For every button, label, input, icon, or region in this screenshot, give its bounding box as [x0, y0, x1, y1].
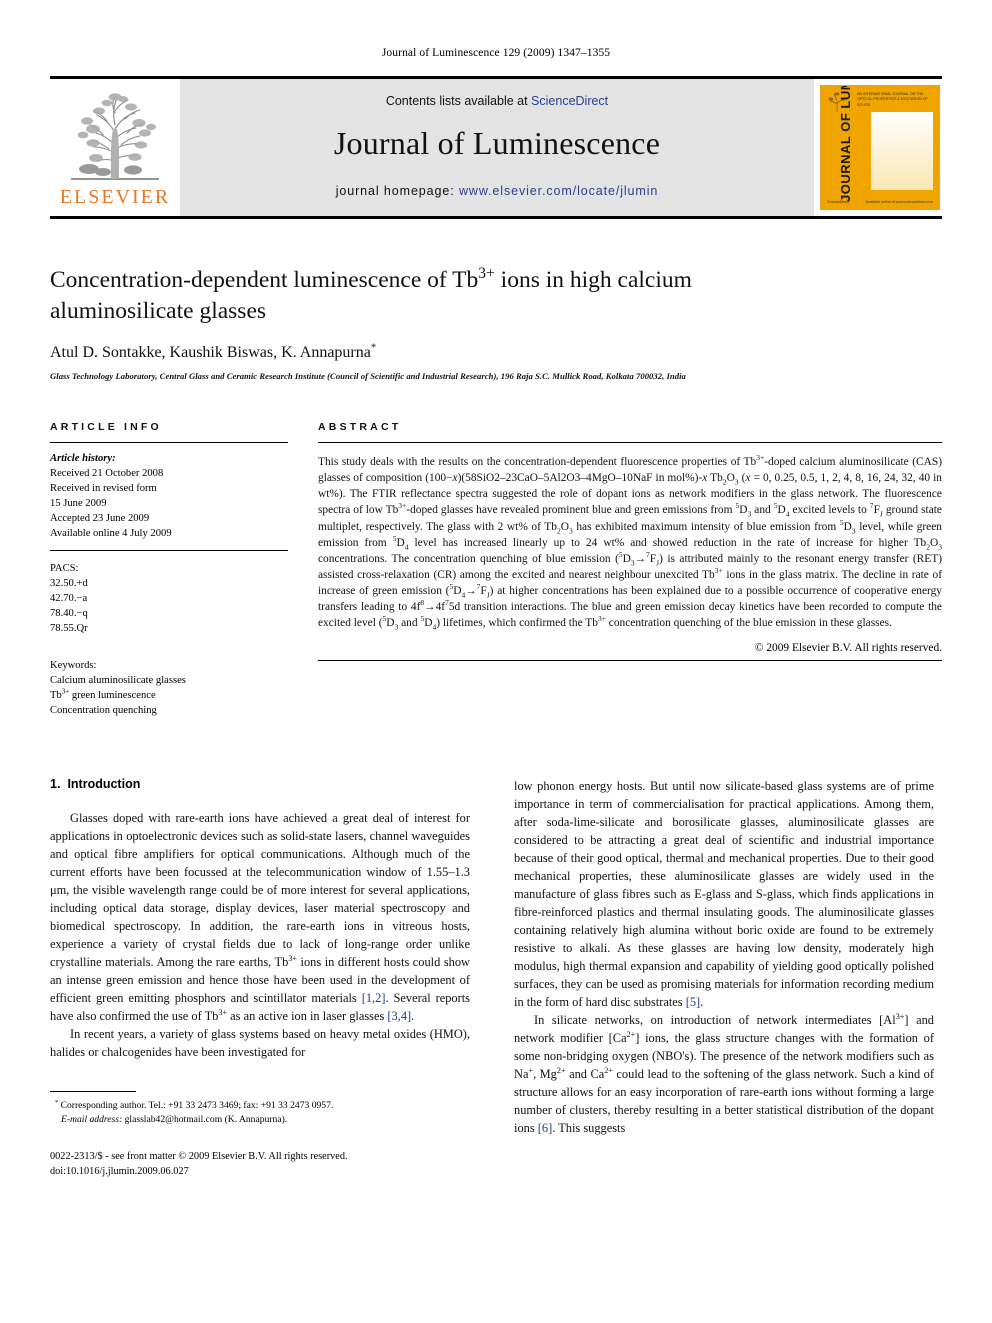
homepage-url-link[interactable]: www.elsevier.com/locate/jlumin [459, 184, 658, 198]
imprint-block: 0022-2313/$ - see front matter © 2009 El… [50, 1150, 470, 1180]
keyword-item: Tb3+ green luminescence [50, 688, 288, 703]
article-page: Journal of Luminescence 129 (2009) 1347–… [0, 0, 992, 1323]
doi-line: doi:10.1016/j.jlumin.2009.06.027 [50, 1165, 189, 1177]
running-head: Journal of Luminescence 129 (2009) 1347–… [381, 47, 611, 59]
abstract-column: ABSTRACT This study deals with the resul… [318, 421, 942, 718]
abstract-bottom-rule [318, 660, 942, 662]
journal-masthead: ELSEVIER Contents lists available at Sci… [50, 76, 942, 219]
affiliation: Glass Technology Laboratory, Central Gla… [50, 371, 686, 382]
footnote-marker: * [55, 1098, 59, 1106]
footnote-rule [50, 1091, 136, 1093]
body-column-right: low phonon energy hosts. But until now s… [514, 777, 934, 1180]
history-item: Received 21 October 2008 [50, 468, 164, 480]
pacs-item: 32.50.+d [50, 578, 88, 590]
email-address[interactable]: glasslab42@hotmail.com (K. Annapurna). [125, 1114, 288, 1125]
footnote-block: * Corresponding author. Tel.: +91 33 247… [50, 1091, 470, 1180]
body-columns: 1. Introduction Glasses doped with rare-e… [50, 777, 942, 1180]
history-item: 15 June 2009 [50, 498, 107, 510]
keywords-group: Keywords: Calcium aluminosilicate glasse… [50, 636, 288, 718]
article-info-heading: ARTICLE INFO [50, 421, 162, 434]
sciencedirect-link[interactable]: ScienceDirect [531, 94, 608, 108]
issn-line: 0022-2313/$ - see front matter © 2009 El… [50, 1150, 348, 1162]
elsevier-wordmark: ELSEVIER [59, 186, 171, 208]
section-heading-introduction: 1. Introduction [50, 777, 470, 791]
corresponding-author-text: Corresponding author. Tel.: +91 33 2473 … [60, 1100, 334, 1112]
masthead-center: Contents lists available at ScienceDirec… [180, 79, 814, 216]
title-line1-a: Concentration-dependent luminescence of … [50, 267, 479, 293]
paragraph: low phonon energy hosts. But until now s… [514, 778, 934, 1010]
keywords-label: Keywords: [50, 660, 97, 672]
contents-prefix: Contents lists available at [385, 94, 532, 108]
pacs-group: PACS: 32.50.+d 42.70.−a 78.40.−q 78.55.Q… [50, 551, 288, 636]
pacs-label: PACS: [50, 563, 79, 575]
elsevier-logo: ELSEVIER [52, 83, 178, 212]
cover-footer-left: ScienceDirect [827, 200, 850, 204]
title-line1-superscript: 3+ [478, 265, 495, 283]
body-column-left: 1. Introduction Glasses doped with rare-e… [50, 777, 470, 1180]
section-title: Introduction [67, 776, 141, 791]
history-item: Received in revised form [50, 483, 157, 495]
paragraph: Glasses doped with rare-earth ions have … [50, 810, 470, 1024]
contents-list-line: Contents lists available at ScienceDirec… [386, 94, 608, 108]
abstract-heading: ABSTRACT [318, 421, 402, 434]
journal-title: Journal of Luminescence [333, 125, 661, 161]
page-title: Concentration-dependent luminescence of … [50, 265, 942, 327]
article-history-label: Article history: [50, 453, 116, 465]
pacs-item: 78.55.Qr [50, 623, 88, 635]
email-label: E-mail address: [61, 1114, 123, 1126]
article-info-column: ARTICLE INFO Article history: Received 2… [50, 421, 288, 718]
keyword-item: Concentration quenching [50, 705, 157, 717]
copyright-line: © 2009 Elsevier B.V. All rights reserved… [754, 642, 942, 655]
section-number: 1. [50, 776, 61, 791]
cover-journal-title: JOURNAL OF LUMINESCENCE [838, 85, 853, 202]
cover-footer-right: Available online at www.sciencedirect.co… [865, 200, 933, 204]
elsevier-tree-icon [71, 93, 159, 180]
keyword-tb-suffix: green luminescence [69, 690, 156, 702]
title-line2: aluminosilicate glasses [50, 298, 267, 325]
paragraph: In silicate networks, on introduction of… [514, 1011, 935, 1136]
journal-homepage-line: journal homepage: www.elsevier.com/locat… [336, 184, 659, 198]
paragraph: In recent years, a variety of glass syst… [50, 1027, 470, 1060]
abstract-text: This study deals with the results on the… [318, 453, 942, 632]
homepage-prefix: journal homepage: [335, 184, 459, 198]
keyword-tb-prefix: Tb [50, 690, 62, 702]
author-names: Atul D. Sontakke, Kaushik Biswas, K. Ann… [50, 344, 371, 362]
history-item: Accepted 23 June 2009 [50, 513, 150, 525]
info-abstract-row: ARTICLE INFO Article history: Received 2… [50, 421, 942, 718]
article-history-group: Article history: Received 21 October 200… [50, 443, 288, 550]
history-item: Available online 4 July 2009 [50, 528, 172, 540]
title-line1-b: ions in high calcium [494, 267, 692, 293]
pacs-item: 42.70.−a [50, 593, 88, 605]
cover-footer: ScienceDirect Available online at www.sc… [827, 200, 933, 204]
pacs-item: 78.40.−q [50, 608, 88, 620]
journal-cover-thumbnail: AN INTERNATIONAL JOURNAL ON THE OPTICAL … [820, 85, 940, 210]
title-block: Concentration-dependent luminescence of … [50, 265, 942, 381]
corresponding-author-note: * Corresponding author. Tel.: +91 33 247… [50, 1099, 470, 1127]
author-list: Atul D. Sontakke, Kaushik Biswas, K. Ann… [50, 342, 942, 362]
corresponding-author-marker: * [370, 342, 377, 354]
keyword-item: Calcium aluminosilicate glasses [50, 675, 186, 687]
